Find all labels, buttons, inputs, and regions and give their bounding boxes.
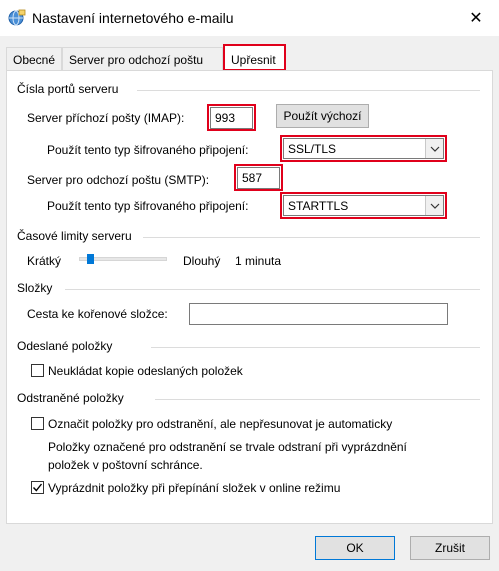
globe-icon (8, 9, 26, 26)
smtp-port-input[interactable]: 587 (237, 167, 280, 189)
smtp-label: Server pro odchozí poštu (SMTP): (27, 173, 210, 187)
outgoing-encryption-select[interactable]: STARTTLS (283, 195, 444, 216)
imap-port-input[interactable]: 993 (210, 107, 253, 129)
timeout-long-label: Dlouhý (183, 254, 221, 268)
group-title-folders: Složky (17, 281, 57, 295)
purge-items-label: Vyprázdnit položky při přepínání složek … (48, 481, 341, 495)
group-title-sent: Odeslané položky (17, 339, 117, 353)
outgoing-encryption-value: STARTTLS (288, 199, 349, 213)
close-icon[interactable]: ✕ (453, 0, 499, 36)
tab-outgoing-server[interactable]: Server pro odchozí poštu (62, 47, 223, 71)
mark-for-deletion-checkbox[interactable] (31, 417, 44, 430)
divider (137, 90, 480, 91)
no-sent-copy-label: Neukládat kopie odeslaných položek (48, 364, 243, 378)
checkmark-icon (32, 483, 43, 492)
tab-advanced[interactable]: Upřesnit (223, 44, 286, 71)
divider (65, 289, 480, 290)
group-title-timeouts: Časové limity serveru (17, 229, 136, 243)
use-default-button[interactable]: Použít výchozí (276, 104, 369, 128)
imap-label: Server příchozí pošty (IMAP): (27, 111, 185, 125)
chevron-down-icon (425, 139, 443, 158)
chevron-down-icon (425, 196, 443, 215)
outgoing-encryption-label: Použít tento typ šifrovaného připojení: (47, 199, 249, 213)
deletion-note-line1: Položky označené pro odstranění se trval… (48, 440, 407, 454)
divider (155, 399, 480, 400)
incoming-encryption-select[interactable]: SSL/TLS (283, 138, 444, 159)
cancel-button[interactable]: Zrušit (410, 536, 490, 560)
purge-items-checkbox[interactable] (31, 481, 44, 494)
divider (143, 237, 480, 238)
group-title-ports: Čísla portů serveru (17, 82, 123, 96)
divider (151, 347, 480, 348)
timeout-short-label: Krátký (27, 254, 62, 268)
window-title: Nastavení internetového e-mailu (32, 10, 234, 26)
deletion-note-line2: položek v poštovní schránce. (48, 458, 203, 472)
incoming-encryption-label: Použít tento typ šifrovaného připojení: (47, 143, 249, 157)
no-sent-copy-checkbox[interactable] (31, 364, 44, 377)
ok-button[interactable]: OK (315, 536, 395, 560)
group-title-deleted: Odstraněné položky (17, 391, 128, 405)
timeout-value: 1 minuta (235, 254, 282, 268)
root-folder-input[interactable] (189, 303, 448, 325)
root-folder-label: Cesta ke kořenové složce: (27, 307, 168, 321)
title-bar: Nastavení internetového e-mailu ✕ (0, 0, 499, 36)
incoming-encryption-value: SSL/TLS (288, 142, 337, 156)
timeout-slider-thumb[interactable] (87, 254, 95, 264)
advanced-panel: Čísla portů serveru Server příchozí pošt… (6, 70, 493, 524)
tab-general[interactable]: Obecné (6, 47, 62, 71)
mark-for-deletion-label: Označit položky pro odstranění, ale nepř… (48, 417, 393, 431)
